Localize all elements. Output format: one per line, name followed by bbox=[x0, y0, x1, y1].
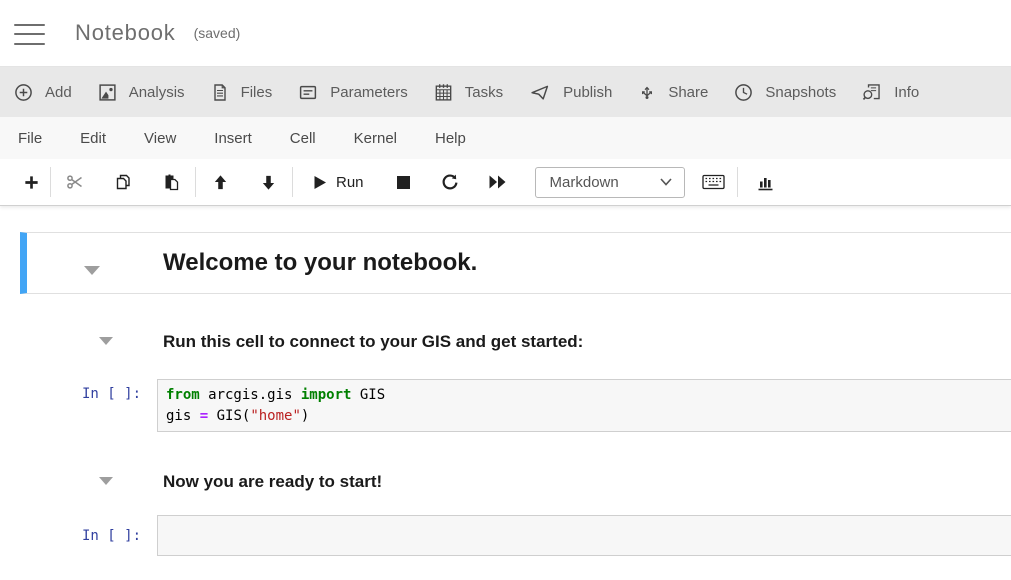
arcgis-toolbar: Add Analysis Files Parameters Tasks Publ… bbox=[0, 67, 1011, 117]
move-cell-down-button[interactable] bbox=[244, 166, 292, 198]
snapshots-button[interactable]: Snapshots bbox=[734, 83, 836, 102]
publish-button[interactable]: Publish bbox=[529, 83, 612, 102]
code-input[interactable]: from arcgis.gis import GISgis = GIS("hom… bbox=[157, 379, 1011, 432]
save-status: (saved) bbox=[194, 25, 241, 41]
section-heading: Run this cell to connect to your GIS and… bbox=[163, 332, 1011, 352]
copy-cells-button[interactable] bbox=[99, 166, 147, 198]
keyboard-icon bbox=[702, 174, 725, 190]
share-button[interactable]: Share bbox=[638, 83, 708, 102]
menu-insert[interactable]: Insert bbox=[214, 130, 252, 147]
files-icon bbox=[211, 83, 229, 102]
menu-help[interactable]: Help bbox=[435, 130, 466, 147]
cell-type-dropdown[interactable]: Markdown bbox=[535, 167, 685, 198]
info-icon bbox=[862, 83, 882, 102]
parameters-button[interactable]: Parameters bbox=[298, 83, 408, 102]
move-cell-up-button[interactable] bbox=[196, 166, 244, 198]
cell-type-value: Markdown bbox=[550, 174, 619, 191]
collapse-toggle-icon[interactable] bbox=[99, 477, 113, 485]
run-label: Run bbox=[336, 174, 364, 191]
analysis-button[interactable]: Analysis bbox=[98, 83, 185, 102]
markdown-cell-selected[interactable]: Welcome to your notebook. bbox=[20, 232, 1011, 294]
charts-button[interactable] bbox=[742, 166, 790, 198]
scissors-icon bbox=[66, 173, 84, 191]
menu-kernel[interactable]: Kernel bbox=[354, 130, 397, 147]
stop-icon bbox=[396, 175, 411, 190]
app-header: Notebook (saved) bbox=[0, 0, 1011, 67]
parameters-icon bbox=[298, 83, 318, 102]
files-button[interactable]: Files bbox=[211, 83, 273, 102]
menu-edit[interactable]: Edit bbox=[80, 130, 106, 147]
notebook-content: Welcome to your notebook. Run this cell … bbox=[0, 206, 1011, 579]
copy-icon bbox=[114, 173, 133, 192]
jupyter-toolbar: Run Markdown bbox=[0, 159, 1011, 206]
notebook-menu-bar: File Edit View Insert Cell Kernel Help bbox=[0, 117, 1011, 159]
analysis-icon bbox=[98, 83, 117, 102]
share-icon bbox=[638, 83, 656, 102]
add-button[interactable]: Add bbox=[14, 83, 72, 102]
app-title: Notebook bbox=[75, 20, 176, 46]
plus-icon bbox=[23, 174, 40, 191]
publish-icon bbox=[529, 83, 551, 102]
add-circle-icon bbox=[14, 83, 33, 102]
tasks-icon bbox=[434, 83, 453, 102]
run-button[interactable]: Run bbox=[293, 166, 380, 198]
paste-cells-button[interactable] bbox=[147, 166, 195, 198]
markdown-cell[interactable]: Now you are ready to start! bbox=[0, 472, 1011, 492]
paste-icon bbox=[162, 173, 181, 192]
restart-kernel-button[interactable] bbox=[427, 166, 474, 198]
input-prompt: In [ ]: bbox=[82, 528, 141, 544]
menu-view[interactable]: View bbox=[144, 130, 176, 147]
arrow-up-icon bbox=[212, 174, 229, 191]
restart-run-all-button[interactable] bbox=[474, 166, 521, 198]
snapshots-icon bbox=[734, 83, 753, 102]
collapse-toggle-icon[interactable] bbox=[84, 266, 100, 275]
play-icon bbox=[313, 175, 327, 190]
arrow-down-icon bbox=[260, 174, 277, 191]
notebook-heading: Welcome to your notebook. bbox=[163, 249, 477, 277]
code-input-empty[interactable] bbox=[157, 515, 1011, 556]
chevron-down-icon bbox=[660, 178, 672, 186]
hamburger-menu-icon[interactable] bbox=[14, 24, 45, 45]
bar-chart-icon bbox=[756, 173, 775, 192]
cut-cells-button[interactable] bbox=[51, 166, 99, 198]
stop-button[interactable] bbox=[380, 166, 427, 198]
markdown-cell[interactable]: Run this cell to connect to your GIS and… bbox=[0, 332, 1011, 352]
menu-cell[interactable]: Cell bbox=[290, 130, 316, 147]
add-cell-button[interactable] bbox=[12, 166, 50, 198]
tasks-button[interactable]: Tasks bbox=[434, 83, 503, 102]
fast-forward-icon bbox=[488, 174, 507, 190]
info-button[interactable]: Info bbox=[862, 83, 919, 102]
restart-icon bbox=[441, 173, 459, 191]
menu-file[interactable]: File bbox=[18, 130, 42, 147]
input-prompt: In [ ]: bbox=[82, 386, 141, 402]
section-heading: Now you are ready to start! bbox=[163, 472, 1011, 492]
toolbar-separator bbox=[737, 167, 738, 197]
command-palette-button[interactable] bbox=[691, 166, 737, 198]
collapse-toggle-icon[interactable] bbox=[99, 337, 113, 345]
